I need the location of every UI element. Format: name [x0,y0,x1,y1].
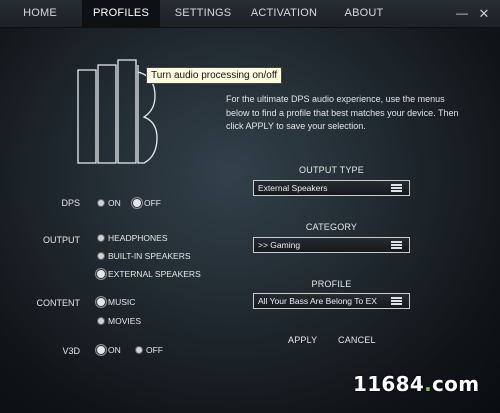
radio-selected-icon [98,347,104,353]
category-value: >> Gaming [258,240,301,250]
dps-off-radio[interactable]: OFF [134,198,161,208]
hamburger-icon [391,184,402,192]
v3d-off-radio[interactable]: OFF [136,345,163,355]
tab-settings[interactable]: SETTINGS [166,0,240,27]
output-headphones-label: HEADPHONES [108,233,168,243]
tab-home[interactable]: HOME [8,0,72,27]
content-music-radio[interactable]: MUSIC [98,297,135,307]
radio-selected-icon [134,200,140,206]
site-watermark: 11684.com [353,372,479,396]
profile-title: PROFILE [311,279,352,289]
v3d-label: V3D [62,346,80,356]
minimize-button[interactable]: — [452,0,472,27]
dps-on-label: ON [108,198,121,208]
watermark-dot: . [424,372,432,396]
dps-label: DPS [61,198,80,208]
watermark-tld: com [432,372,480,396]
radio-icon [136,347,142,353]
output-type-value: External Speakers [258,183,328,193]
radio-selected-icon [98,271,104,277]
profile-dropdown[interactable]: All Your Bass Are Belong To EX [253,293,410,309]
cancel-button[interactable]: CANCEL [338,335,376,345]
apply-button[interactable]: APPLY [288,335,317,345]
hamburger-icon [391,241,402,249]
radio-icon [98,253,104,259]
content-music-label: MUSIC [108,297,136,307]
output-builtin-radio[interactable]: BUILT-IN SPEAKERS [98,251,191,261]
tab-activation[interactable]: ACTIVATION [244,0,324,27]
output-headphones-radio[interactable]: HEADPHONES [98,233,168,243]
radio-icon [98,318,104,324]
output-external-radio[interactable]: EXTERNAL SPEAKERS [98,269,201,279]
v3d-on-label: ON [108,345,121,355]
tab-about[interactable]: ABOUT [332,0,396,27]
watermark-main: 11684 [353,372,425,396]
v3d-off-label: OFF [146,345,163,355]
output-external-label: EXTERNAL SPEAKERS [108,269,201,279]
hamburger-icon [391,297,402,305]
output-type-title: OUTPUT TYPE [299,165,364,175]
radio-selected-icon [98,299,104,305]
category-dropdown[interactable]: >> Gaming [253,237,410,253]
dps-off-label: OFF [144,198,161,208]
intro-text: For the ultimate DPS audio experience, u… [226,94,459,131]
content-movies-radio[interactable]: MOVIES [98,316,141,326]
top-nav: HOME PROFILES SETTINGS ACTIVATION ABOUT … [0,0,500,28]
dps-tooltip: Turn audio processing on/off [146,67,283,84]
v3d-on-radio[interactable]: ON [98,345,121,355]
output-builtin-label: BUILT-IN SPEAKERS [108,251,191,261]
tab-profiles[interactable]: PROFILES [82,0,160,27]
radio-icon [98,200,104,206]
close-button[interactable]: ✕ [474,0,494,27]
content-label: CONTENT [36,298,81,308]
category-title: CATEGORY [305,222,358,232]
radio-icon [98,235,104,241]
profile-value: All Your Bass Are Belong To EX [258,296,377,306]
output-type-dropdown[interactable]: External Speakers [253,180,410,196]
dps-on-radio[interactable]: ON [98,198,121,208]
content-movies-label: MOVIES [108,316,142,326]
output-label: OUTPUT [43,235,80,245]
